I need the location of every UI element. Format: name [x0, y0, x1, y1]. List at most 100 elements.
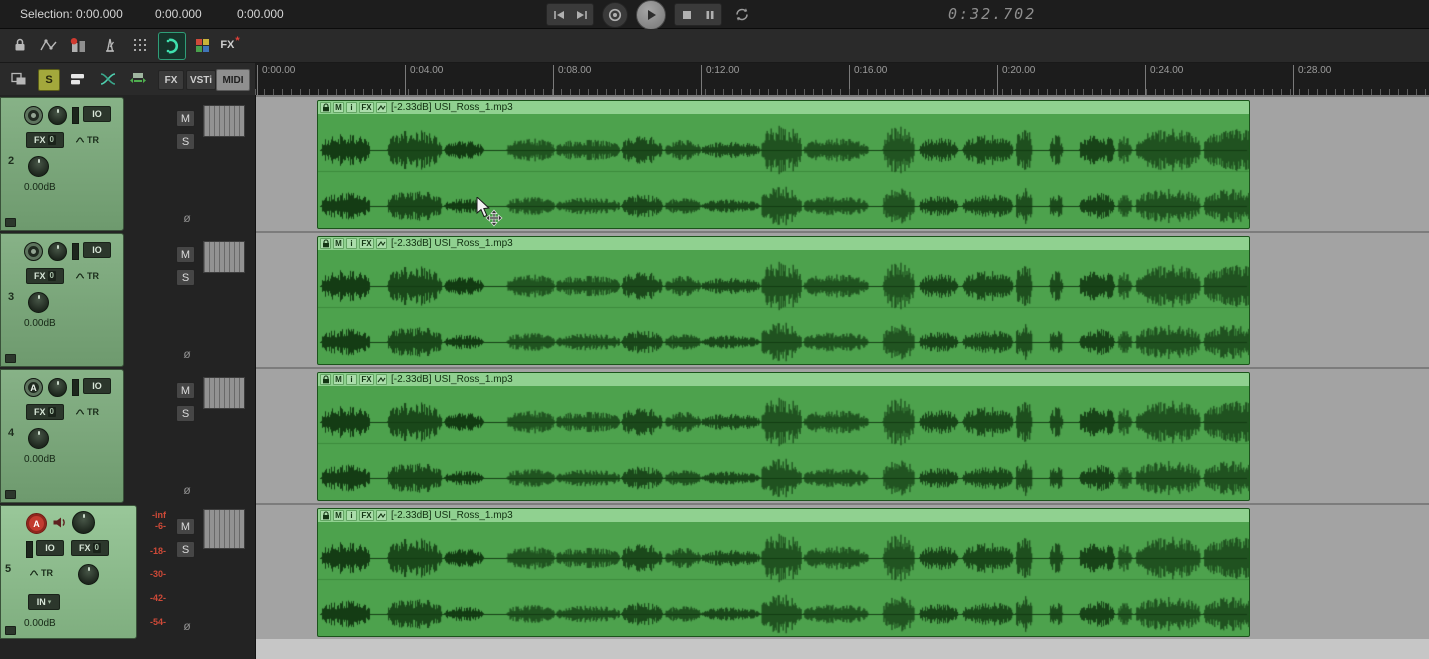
track-panel-2[interactable]: 2 IO FX 0 TR 0.00dB [0, 97, 124, 231]
item-envelope-icon[interactable] [376, 102, 387, 113]
metronome-toolbar-button[interactable] [98, 33, 122, 57]
item-fx-button[interactable]: FX [359, 510, 374, 521]
item-fx-button[interactable]: FX [359, 102, 374, 113]
item-mute-button[interactable]: M [333, 238, 344, 249]
item-lock-icon[interactable] [320, 510, 331, 521]
fx-global-toolbar-button[interactable]: FX * [218, 33, 242, 57]
solo-button-track-5[interactable]: S [176, 541, 195, 558]
media-item-header[interactable]: M i FX [-2.33dB] USI_Ross_1.mp3 [318, 101, 1249, 114]
volume-knob[interactable] [28, 156, 49, 177]
item-lock-icon[interactable] [320, 102, 331, 113]
folder-icon[interactable] [5, 354, 16, 363]
io-button[interactable]: IO [36, 540, 64, 556]
monitor-speaker-icon[interactable] [52, 515, 68, 535]
item-mute-button[interactable]: M [333, 374, 344, 385]
timeline-ruler[interactable]: 0:00.00 0:04.00 0:08.00 0:12.00 0:16.00 … [255, 63, 1429, 96]
record-arm-button[interactable] [24, 106, 43, 125]
fx-button[interactable]: FX 0 [71, 540, 109, 556]
volume-knob[interactable] [78, 564, 99, 585]
item-info-button[interactable]: i [346, 102, 357, 113]
record-arm-button[interactable] [24, 242, 43, 261]
io-button[interactable]: IO [83, 378, 111, 394]
go-to-start-button[interactable] [547, 4, 570, 25]
insert-item-toolbar-button[interactable] [126, 67, 150, 91]
media-item-3[interactable]: M i FX [-2.33dB] USI_Ross_1.mp3 [317, 372, 1250, 501]
media-item-header[interactable]: M i FX [-2.33dB] USI_Ross_1.mp3 [318, 373, 1249, 386]
selection-start-value[interactable]: 0:00.000 [155, 7, 202, 21]
envelope-points-toolbar-button[interactable] [36, 33, 60, 57]
media-item-4[interactable]: M i FX [-2.33dB] USI_Ross_1.mp3 [317, 508, 1250, 637]
grid-toolbar-button[interactable] [128, 33, 152, 57]
volume-readout[interactable]: 0.00dB [24, 454, 56, 465]
record-arm-auto-button[interactable]: A [24, 378, 43, 397]
io-button[interactable]: IO [83, 106, 111, 122]
item-mute-button[interactable]: M [333, 510, 344, 521]
phase-button-track-5[interactable]: ø [180, 619, 194, 633]
docker-toolbar-button[interactable] [6, 67, 30, 91]
item-info-button[interactable]: i [346, 374, 357, 385]
lock-toolbar-button[interactable] [8, 33, 32, 57]
crossfade-toolbar-button[interactable] [96, 67, 120, 91]
theme-toolbar-button[interactable] [190, 33, 214, 57]
trim-envelope-button[interactable]: TR [29, 568, 53, 578]
go-to-end-button[interactable] [570, 4, 593, 25]
track-panel-4[interactable]: 4 A IO FX 0 TR 0.00dB [0, 369, 124, 503]
media-items-toolbar-button[interactable] [66, 67, 90, 91]
volume-readout[interactable]: 0.00dB [24, 618, 56, 629]
item-fx-button[interactable]: FX [359, 238, 374, 249]
item-mute-button[interactable]: M [333, 102, 344, 113]
media-item-1[interactable]: M i FX [-2.33dB] USI_Ross_1.mp3 [317, 100, 1250, 229]
media-item-header[interactable]: M i FX [-2.33dB] USI_Ross_1.mp3 [318, 237, 1249, 250]
item-info-button[interactable]: i [346, 510, 357, 521]
pause-button[interactable] [698, 4, 721, 25]
item-fx-button[interactable]: FX [359, 374, 374, 385]
monitor-knob[interactable] [72, 511, 95, 534]
track-panel-5[interactable]: 5 A IO FX 0 TR IN ▾ 0.00dB [0, 505, 137, 639]
horizontal-scroll-area[interactable] [256, 639, 1429, 659]
fx-button[interactable]: FX 0 [26, 404, 64, 420]
record-button[interactable] [602, 1, 628, 28]
record-armed-button[interactable]: A [26, 513, 47, 534]
play-button[interactable] [636, 0, 666, 30]
trim-envelope-button[interactable]: TR [75, 271, 99, 281]
media-item-2[interactable]: M i FX [-2.33dB] USI_Ross_1.mp3 [317, 236, 1250, 365]
mute-button-track-2[interactable]: M [176, 110, 195, 127]
mute-button-track-5[interactable]: M [176, 518, 195, 535]
mute-button-track-4[interactable]: M [176, 382, 195, 399]
vsti-toolbar-button[interactable]: VSTi [186, 70, 216, 90]
track-panel-3[interactable]: 3 IO FX 0 TR 0.00dB [0, 233, 124, 367]
phase-button-track-3[interactable]: ø [180, 347, 194, 361]
monitor-knob[interactable] [48, 106, 67, 125]
phase-button-track-4[interactable]: ø [180, 483, 194, 497]
folder-icon[interactable] [5, 218, 16, 227]
repeat-button[interactable] [730, 4, 753, 25]
folder-icon[interactable] [5, 626, 16, 635]
monitor-knob[interactable] [48, 378, 67, 397]
ripple-edit-toolbar-button[interactable] [158, 32, 186, 60]
item-envelope-icon[interactable] [376, 374, 387, 385]
volume-readout[interactable]: 0.00dB [24, 318, 56, 329]
volume-readout[interactable]: 0.00dB [24, 182, 56, 193]
phase-button-track-2[interactable]: ø [180, 211, 194, 225]
folder-icon[interactable] [5, 490, 16, 499]
selection-end-value[interactable]: 0:00.000 [237, 7, 284, 21]
item-envelope-icon[interactable] [376, 510, 387, 521]
time-display[interactable]: 0:32.702 [948, 5, 1036, 23]
volume-knob[interactable] [28, 428, 49, 449]
item-lock-icon[interactable] [320, 238, 331, 249]
item-envelope-icon[interactable] [376, 238, 387, 249]
volume-knob[interactable] [28, 292, 49, 313]
fx-show-toolbar-button[interactable]: FX [158, 70, 184, 90]
solo-button-track-2[interactable]: S [176, 133, 195, 150]
monitor-knob[interactable] [48, 242, 67, 261]
mute-button-track-3[interactable]: M [176, 246, 195, 263]
trim-envelope-button[interactable]: TR [75, 407, 99, 417]
item-grouping-toolbar-button[interactable] [66, 33, 90, 57]
solo-toolbar-button[interactable]: S [38, 69, 60, 91]
media-item-header[interactable]: M i FX [-2.33dB] USI_Ross_1.mp3 [318, 509, 1249, 522]
io-button[interactable]: IO [83, 242, 111, 258]
item-lock-icon[interactable] [320, 374, 331, 385]
trim-envelope-button[interactable]: TR [75, 135, 99, 145]
fx-button[interactable]: FX 0 [26, 132, 64, 148]
solo-button-track-4[interactable]: S [176, 405, 195, 422]
